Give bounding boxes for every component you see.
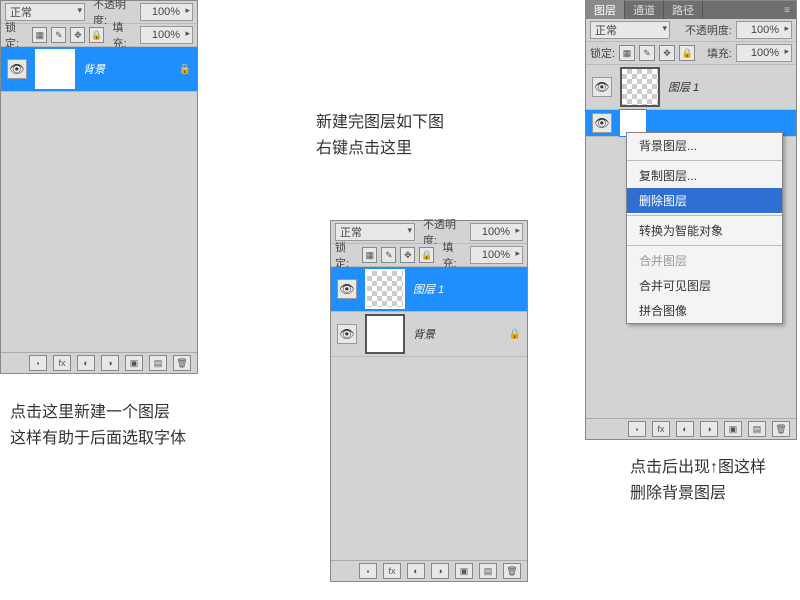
lock-icon: 🔒 xyxy=(179,64,191,75)
new-layer-icon[interactable]: ▤ xyxy=(748,421,766,437)
ctx-merge: 合并图层 xyxy=(627,248,782,273)
link-layers-icon[interactable]: ⬝ xyxy=(29,355,47,371)
caption-panel2: 新建完图层如下图 右键点击这里 xyxy=(316,110,444,161)
ctx-dup-layer[interactable]: 复制图层... xyxy=(627,163,782,188)
layer-thumbnail[interactable] xyxy=(35,49,75,89)
layer-name: 背景 xyxy=(83,61,105,77)
visibility-toggle-icon[interactable]: 👁 xyxy=(7,59,27,79)
layer-thumbnail[interactable] xyxy=(365,314,405,354)
ctx-smart-obj[interactable]: 转换为智能对象 xyxy=(627,218,782,243)
lock-row: 锁定: ▦ ✎ ✥ 🔒 填充: 100% xyxy=(331,244,527,267)
lock-row: 锁定: ▦ ✎ ✥ 🔒 填充: 100% xyxy=(1,24,197,47)
caption-panel3: 点击后出现↑图这样 删除背景图层 xyxy=(630,455,766,506)
ctx-flatten[interactable]: 拼合图像 xyxy=(627,298,782,323)
link-layers-icon[interactable]: ⬝ xyxy=(628,421,646,437)
lock-move-icon[interactable]: ✥ xyxy=(70,27,85,43)
new-layer-icon[interactable]: ▤ xyxy=(479,563,497,579)
tab-paths[interactable]: 路径 xyxy=(664,1,703,19)
layer-mask-icon[interactable]: ◐ xyxy=(407,563,425,579)
opacity-value[interactable]: 100% xyxy=(736,21,792,39)
blend-mode-select[interactable]: 正常 xyxy=(335,223,415,241)
lock-all-icon[interactable]: 🔒 xyxy=(89,27,104,43)
visibility-toggle-icon[interactable]: 👁 xyxy=(592,77,612,97)
layers-panel-2: 正常 不透明度: 100% 锁定: ▦ ✎ ✥ 🔒 填充: 100% 👁 图层 … xyxy=(330,220,528,582)
ctx-merge-visible[interactable]: 合并可见图层 xyxy=(627,273,782,298)
layer-thumbnail[interactable] xyxy=(365,269,405,309)
panel-bottom-bar: ⬝ fx ◐ ◑ ▣ ▤ 🗑 xyxy=(586,418,796,439)
lock-all-icon[interactable]: 🔒 xyxy=(419,247,434,263)
layers-list: 👁 背景 🔒 xyxy=(1,47,197,352)
fill-value[interactable]: 100% xyxy=(140,26,193,44)
opacity-value[interactable]: 100% xyxy=(140,3,193,21)
lock-all-icon[interactable]: 🔒 xyxy=(679,45,695,61)
lock-transparency-icon[interactable]: ▦ xyxy=(362,247,377,263)
panel-bottom-bar: ⬝ fx ◐ ◑ ▣ ▤ 🗑 xyxy=(1,352,197,373)
layer-name: 背景 xyxy=(413,326,435,342)
layer-group-icon[interactable]: ▣ xyxy=(125,355,143,371)
blend-row: 正常 不透明度: 100% xyxy=(331,221,527,244)
layer-thumbnail[interactable] xyxy=(620,67,660,107)
lock-move-icon[interactable]: ✥ xyxy=(659,45,675,61)
blend-mode-select[interactable]: 正常 xyxy=(5,3,85,21)
layer-context-menu: 背景图层... 复制图层... 删除图层 转换为智能对象 合并图层 合并可见图层… xyxy=(626,132,783,324)
ctx-del-layer[interactable]: 删除图层 xyxy=(627,188,782,213)
layer-group-icon[interactable]: ▣ xyxy=(724,421,742,437)
layer-row-layer1[interactable]: 👁 图层 1 xyxy=(331,267,527,312)
adjustment-layer-icon[interactable]: ◑ xyxy=(700,421,718,437)
link-layers-icon[interactable]: ⬝ xyxy=(359,563,377,579)
ctx-separator xyxy=(627,215,782,216)
ctx-bg-layer[interactable]: 背景图层... xyxy=(627,133,782,158)
lock-transparency-icon[interactable]: ▦ xyxy=(619,45,635,61)
fx-icon[interactable]: fx xyxy=(383,563,401,579)
lock-paint-icon[interactable]: ✎ xyxy=(639,45,655,61)
opacity-value[interactable]: 100% xyxy=(470,223,523,241)
visibility-toggle-icon[interactable]: 👁 xyxy=(337,324,357,344)
layer-row-background[interactable]: 👁 背景 🔒 xyxy=(1,47,197,92)
layer-row-layer1[interactable]: 👁 图层 1 xyxy=(586,65,796,110)
ctx-separator xyxy=(627,245,782,246)
panel-bottom-bar: ⬝ fx ◐ ◑ ▣ ▤ 🗑 xyxy=(331,560,527,581)
blend-mode-select[interactable]: 正常 xyxy=(590,21,670,39)
lock-label: 锁定: xyxy=(590,45,615,61)
tab-channels[interactable]: 通道 xyxy=(625,1,664,19)
visibility-toggle-icon[interactable]: 👁 xyxy=(337,279,357,299)
tab-layers[interactable]: 图层 xyxy=(586,1,625,19)
lock-icon: 🔒 xyxy=(509,329,521,340)
panel-tabs: 图层 通道 路径 ≡ xyxy=(586,1,796,19)
layer-name: 图层 1 xyxy=(668,79,699,95)
fill-label: 填充: xyxy=(707,45,732,61)
caption-panel1: 点击这里新建一个图层 这样有助于后面选取字体 xyxy=(10,400,186,451)
lock-move-icon[interactable]: ✥ xyxy=(400,247,415,263)
delete-layer-icon[interactable]: 🗑 xyxy=(772,421,790,437)
opacity-label: 不透明度: xyxy=(685,22,732,38)
ctx-separator xyxy=(627,160,782,161)
lock-transparency-icon[interactable]: ▦ xyxy=(32,27,47,43)
fx-icon[interactable]: fx xyxy=(53,355,71,371)
blend-row: 正常 不透明度: 100% xyxy=(1,1,197,24)
panel-menu-icon[interactable]: ≡ xyxy=(778,1,796,19)
delete-layer-icon[interactable]: 🗑 xyxy=(173,355,191,371)
visibility-toggle-icon[interactable]: 👁 xyxy=(592,113,612,133)
fill-value[interactable]: 100% xyxy=(736,44,792,62)
layer-mask-icon[interactable]: ◐ xyxy=(77,355,95,371)
delete-layer-icon[interactable]: 🗑 xyxy=(503,563,521,579)
layers-list: 👁 图层 1 👁 背景 🔒 xyxy=(331,267,527,560)
lock-paint-icon[interactable]: ✎ xyxy=(51,27,66,43)
adjustment-layer-icon[interactable]: ◑ xyxy=(101,355,119,371)
layer-name: 图层 1 xyxy=(413,281,444,297)
layer-mask-icon[interactable]: ◐ xyxy=(676,421,694,437)
layer-row-background[interactable]: 👁 背景 🔒 xyxy=(331,312,527,357)
lock-row: 锁定: ▦ ✎ ✥ 🔒 填充: 100% xyxy=(586,42,796,65)
fx-icon[interactable]: fx xyxy=(652,421,670,437)
adjustment-layer-icon[interactable]: ◑ xyxy=(431,563,449,579)
new-layer-icon[interactable]: ▤ xyxy=(149,355,167,371)
lock-paint-icon[interactable]: ✎ xyxy=(381,247,396,263)
blend-row: 正常 不透明度: 100% xyxy=(586,19,796,42)
layer-group-icon[interactable]: ▣ xyxy=(455,563,473,579)
fill-value[interactable]: 100% xyxy=(470,246,523,264)
layers-panel-1: 正常 不透明度: 100% 锁定: ▦ ✎ ✥ 🔒 填充: 100% 👁 背景 … xyxy=(0,0,198,374)
